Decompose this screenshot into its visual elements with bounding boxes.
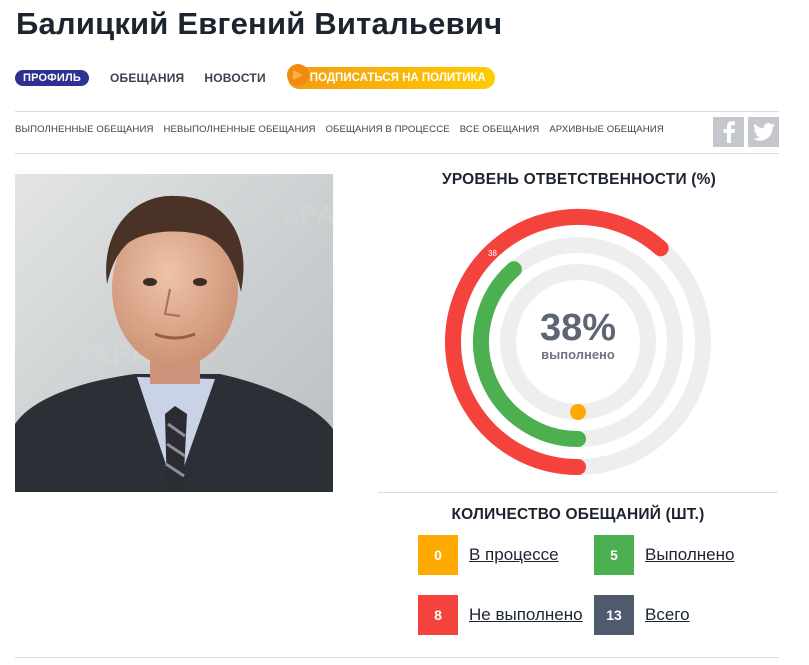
divider [15,153,779,154]
filter-archive[interactable]: АРХИВНЫЕ ОБЕЩАНИЯ [549,124,664,135]
profile-nav: ПРОФИЛЬ ОБЕЩАНИЯ НОВОСТИ ПОДПИСАТЬСЯ НА … [15,64,495,92]
count-fulfilled[interactable]: 5 Выполнено [594,535,734,575]
responsibility-gauge: 38% выполнено 38 [445,209,711,475]
responsibility-title: УРОВЕНЬ ОТВЕТСТВЕННОСТИ (%) [441,171,716,188]
politician-photo: УКРА УКРА [15,174,333,492]
filter-in-progress[interactable]: ОБЕЩАНИЯ В ПРОЦЕССЕ [326,124,450,135]
filter-all[interactable]: ВСЕ ОБЕЩАНИЯ [460,124,540,135]
promise-filter-nav: ВЫПОЛНЕННЫЕ ОБЕЩАНИЯ НЕВЫПОЛНЕННЫЕ ОБЕЩА… [15,124,674,135]
promise-counts: 0 В процессе 5 Выполнено 8 Не выполнено … [418,535,778,645]
count-badge: 5 [594,535,634,575]
divider [378,492,778,493]
subscribe-label: ПОДПИСАТЬСЯ НА ПОЛИТИКА [309,72,486,84]
subscribe-arrow-icon [286,64,309,86]
divider [15,657,779,658]
count-label[interactable]: Не выполнено [469,605,583,625]
percent-label: 38% [540,307,616,349]
filter-fulfilled[interactable]: ВЫПОЛНЕННЫЕ ОБЕЩАНИЯ [15,124,153,135]
count-label[interactable]: Всего [645,605,690,625]
count-badge: 0 [418,535,458,575]
percent-caption: выполнено [541,347,615,362]
count-label[interactable]: В процессе [469,545,559,565]
count-in-progress[interactable]: 0 В процессе [418,535,559,575]
counts-title: КОЛИЧЕСТВО ОБЕЩАНИЙ (ШТ.) [451,506,705,523]
count-badge: 8 [418,595,458,635]
subscribe-button[interactable]: ПОДПИСАТЬСЯ НА ПОЛИТИКА [286,64,495,89]
count-label[interactable]: Выполнено [645,545,734,565]
facebook-icon [723,121,735,143]
filter-unfulfilled[interactable]: НЕВЫПОЛНЕННЫЕ ОБЕЩАНИЯ [163,124,315,135]
count-unfulfilled[interactable]: 8 Не выполнено [418,595,583,635]
twitter-icon [752,123,775,141]
svg-text:УКРА: УКРА [265,199,333,230]
tab-promises[interactable]: ОБЕЩАНИЯ [110,71,184,85]
tab-profile[interactable]: ПРОФИЛЬ [15,70,89,86]
page-title: Балицкий Евгений Витальевич [16,6,503,41]
divider [15,111,779,112]
small-percent-label: 38 [488,249,497,258]
tab-news[interactable]: НОВОСТИ [204,71,265,85]
twitter-share-button[interactable] [748,117,779,147]
facebook-share-button[interactable] [713,117,744,147]
count-badge: 13 [594,595,634,635]
gauge-arc-in-progress [570,404,586,420]
count-total[interactable]: 13 Всего [594,595,690,635]
